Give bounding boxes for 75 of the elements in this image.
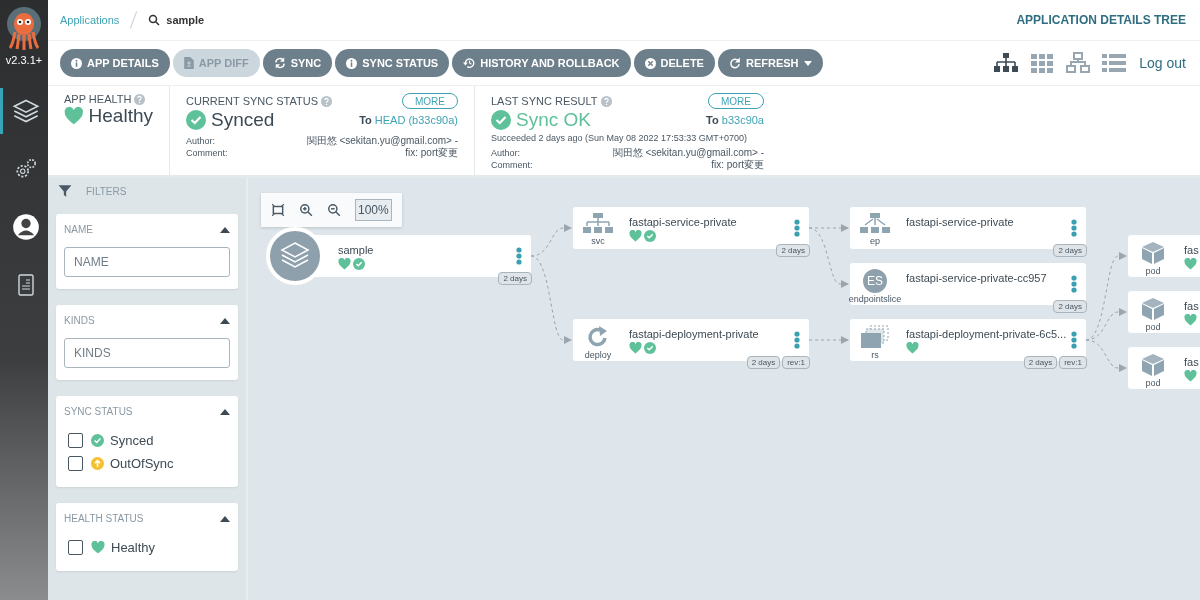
- option-label: OutOfSync: [110, 456, 174, 471]
- resource-node[interactable]: svc fastapi-service-private: [573, 207, 809, 249]
- target-revision: To HEAD (b33c90a): [359, 114, 458, 126]
- age-badge: 2 days: [776, 244, 810, 257]
- resource-node[interactable]: pod fas: [1128, 235, 1200, 277]
- sync-status: Sync OK: [516, 109, 591, 131]
- page-title: APPLICATION DETAILS TREE: [1016, 13, 1186, 27]
- app-name: sample: [166, 14, 205, 26]
- resource-node[interactable]: rs fastapi-deployment-private-6c5...: [850, 319, 1086, 361]
- resource-name: fastapi-service-private-cc957: [906, 272, 1047, 284]
- toolbar-button[interactable]: SYNC: [262, 49, 333, 77]
- filters-title: FILTERS: [86, 185, 127, 197]
- sync-time: Succeeded 2 days ago (Sun May 08 2022 17:53:33 GMT+0700): [491, 133, 748, 143]
- filter-input[interactable]: NAME: [64, 247, 230, 277]
- resource-name: fas: [1184, 356, 1200, 368]
- comment-label: Comment:: [491, 159, 533, 171]
- option-label: Synced: [110, 433, 154, 448]
- age-badge: 2 days: [746, 356, 781, 369]
- version-label: v2.3.1+: [5, 54, 43, 66]
- comment-value: fix: port変更: [711, 159, 764, 171]
- kind-label: svc: [591, 236, 605, 246]
- filter-input[interactable]: KINDS: [64, 338, 230, 368]
- health-status: Healthy: [88, 105, 153, 127]
- filter-title: HEALTH STATUS: [64, 513, 144, 524]
- more-button[interactable]: MORE: [402, 93, 458, 109]
- resource-name: fastapi-service-private: [629, 216, 737, 228]
- zoom-level[interactable]: 100%: [355, 199, 392, 221]
- resource-node[interactable]: deploy fastapi-deployment-private: [573, 319, 809, 361]
- toolbar-button[interactable]: HISTORY AND ROLLBACK: [452, 49, 631, 77]
- logout-link[interactable]: Log out: [1139, 55, 1186, 71]
- resource-node[interactable]: pod fas: [1128, 347, 1200, 389]
- toolbar-button[interactable]: REFRESH: [717, 49, 823, 77]
- kind-label: ep: [870, 236, 880, 246]
- kind-abbreviation: ES: [863, 269, 887, 293]
- section-label: LAST SYNC RESULT: [491, 95, 598, 107]
- kind-label: rs: [871, 350, 879, 360]
- author-value: 関田悠 <sekitan.yu@gmail.com> -: [611, 147, 764, 159]
- resource-name: fastapi-deployment-private: [629, 328, 759, 340]
- age-badge: 2 days: [1053, 244, 1087, 257]
- target-revision: To b33c90a: [706, 114, 764, 126]
- resource-name: fastapi-service-private: [906, 216, 1014, 228]
- section-label: CURRENT SYNC STATUS: [186, 95, 318, 107]
- kind-label: pod: [1145, 378, 1161, 388]
- filter-title: NAME: [64, 224, 93, 235]
- sync-status: Synced: [211, 109, 275, 131]
- author-label: Author:: [186, 135, 217, 147]
- age-badge: 2 days: [1053, 300, 1087, 313]
- revision-badge: rev:1: [782, 356, 810, 369]
- age-badge: 2 days: [1023, 356, 1058, 369]
- resource-name: sample: [338, 244, 374, 256]
- option-label: Healthy: [111, 540, 156, 555]
- resource-node[interactable]: ES endpointslice fastapi-service-private-cc957: [850, 263, 1086, 305]
- comment-value: fix: port変更: [405, 147, 458, 159]
- kind-label: pod: [1145, 322, 1161, 332]
- resource-node[interactable]: ep fastapi-service-private: [850, 207, 1086, 249]
- kind-label: deploy: [584, 350, 612, 360]
- resource-name: fas: [1184, 300, 1200, 312]
- comment-label: Comment:: [186, 147, 228, 159]
- resource-name: fastapi-deployment-private-6c5...: [906, 328, 1067, 340]
- applications-link[interactable]: Applications: [60, 14, 120, 26]
- author-value: 関田悠 <sekitan.yu@gmail.com> -: [305, 135, 458, 147]
- resource-node[interactable]: pod fas: [1128, 291, 1200, 333]
- revision-badge: rev:1: [1059, 356, 1087, 369]
- kind-label: endpointslice: [848, 294, 902, 304]
- app-health-label: APP HEALTH: [64, 93, 132, 105]
- more-button[interactable]: MORE: [708, 93, 764, 109]
- author-label: Author:: [491, 147, 522, 159]
- resource-name: fas: [1184, 244, 1200, 256]
- age-badge: 2 days: [498, 272, 532, 285]
- toolbar-button[interactable]: APP DETAILS: [60, 49, 170, 77]
- toolbar-button[interactable]: DELETE: [633, 49, 715, 77]
- filter-title: SYNC STATUS: [64, 406, 133, 417]
- kind-label: pod: [1145, 266, 1161, 276]
- filter-title: KINDS: [64, 315, 95, 326]
- toolbar-button[interactable]: SYNC STATUS: [335, 49, 450, 77]
